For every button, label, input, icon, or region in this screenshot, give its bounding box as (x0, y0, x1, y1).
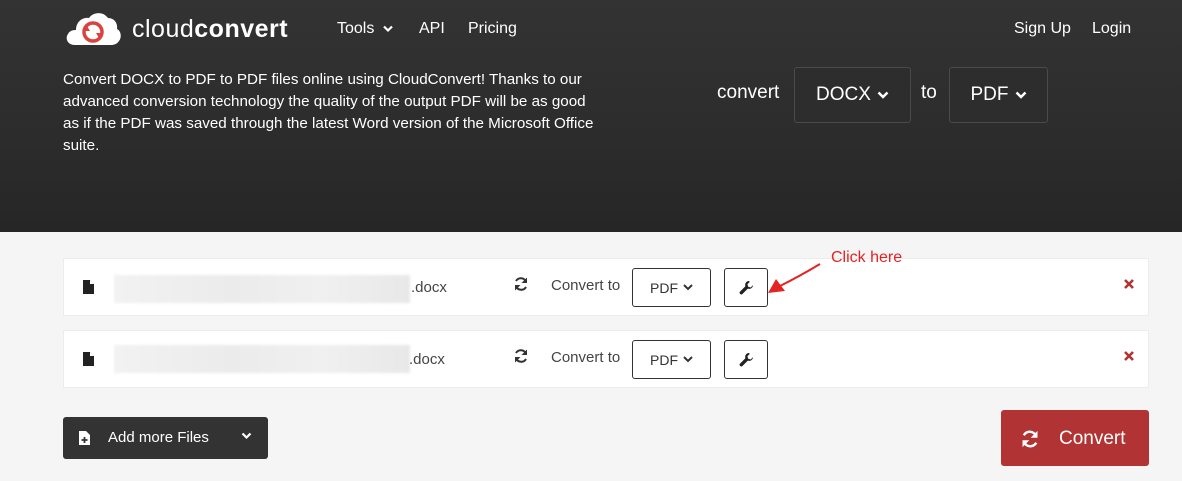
chevron-down-icon (1015, 91, 1026, 99)
cloud-logo-icon (66, 13, 121, 45)
chevron-down-icon[interactable] (241, 432, 252, 440)
target-format-value: PDF (650, 351, 678, 368)
file-icon (83, 352, 94, 366)
wrench-icon (739, 352, 753, 367)
convert-button[interactable]: Convert (1001, 410, 1149, 466)
convert-to-label: Convert to (551, 349, 621, 366)
annotation-text: Click here (831, 249, 903, 266)
add-more-files-label: Add more Files (108, 429, 209, 446)
convert-label: convert (717, 82, 780, 103)
login-link[interactable]: Login (1092, 20, 1131, 38)
file-icon (83, 280, 94, 294)
settings-wrench-button[interactable] (724, 340, 768, 379)
to-format-select[interactable]: PDF (949, 67, 1048, 123)
from-format-value: DOCX (816, 84, 871, 105)
convert-to-label: Convert to (551, 277, 621, 294)
file-name-redacted (114, 345, 410, 373)
nav-tools[interactable]: Tools (337, 20, 393, 38)
file-extension: .docx (411, 279, 447, 296)
target-format-select[interactable]: PDF (632, 340, 711, 379)
sync-icon (515, 277, 527, 291)
logo-wordmark: cloudconvert (132, 14, 289, 43)
hero-description: Convert DOCX to PDF to PDF files online … (63, 71, 594, 154)
file-extension: .docx (409, 351, 445, 368)
target-format-select[interactable]: PDF (632, 268, 711, 307)
chevron-down-icon (877, 91, 889, 99)
to-format-value: PDF (970, 84, 1009, 105)
settings-wrench-button[interactable] (724, 268, 768, 307)
close-icon[interactable] (1123, 350, 1135, 362)
wrench-icon (739, 280, 753, 295)
convert-button-label: Convert (1059, 428, 1126, 449)
nav-pricing[interactable]: Pricing (468, 20, 517, 38)
sign-up-link[interactable]: Sign Up (1014, 20, 1071, 38)
close-icon[interactable] (1123, 278, 1135, 290)
file-name-redacted (114, 275, 410, 303)
hero-section: cloudconvert Tools API Pricing Sign Up L… (0, 0, 1182, 232)
chevron-down-icon (683, 356, 693, 363)
red-arrow-icon (768, 263, 821, 293)
sync-icon (1022, 430, 1038, 448)
logo[interactable]: cloudconvert (65, 12, 288, 46)
add-more-files-button[interactable]: Add more Files (63, 417, 268, 459)
file-row: .docx Convert to PDF (63, 330, 1149, 388)
from-format-select[interactable]: DOCX (794, 67, 911, 123)
nav-tools-label: Tools (337, 20, 375, 37)
sync-icon (515, 349, 527, 363)
chevron-down-icon (383, 25, 393, 32)
file-plus-icon (79, 431, 90, 445)
nav-api[interactable]: API (419, 20, 445, 38)
target-format-value: PDF (650, 279, 678, 296)
file-row: .docx Convert to PDF (63, 258, 1149, 316)
to-label: to (921, 82, 937, 103)
chevron-down-icon (683, 284, 693, 291)
